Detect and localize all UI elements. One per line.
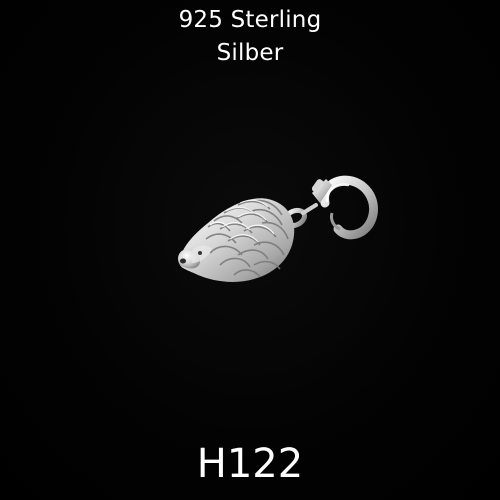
hedgehog-charm-image bbox=[178, 175, 378, 282]
material-title: 925 Sterling Silber bbox=[0, 4, 500, 70]
material-line-1: 925 Sterling bbox=[178, 7, 322, 33]
material-line-2: Silber bbox=[216, 40, 284, 66]
hedgehog-charm bbox=[178, 198, 295, 282]
lobster-clasp bbox=[311, 175, 378, 240]
product-code: H122 bbox=[196, 441, 304, 487]
product-photo-card: 925 Sterling Silber H122 bbox=[0, 0, 500, 500]
